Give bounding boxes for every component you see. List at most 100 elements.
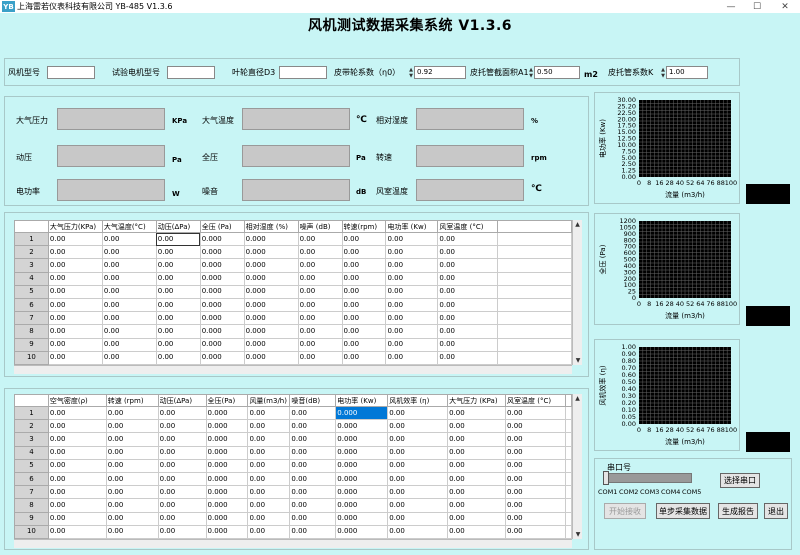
- table-cell[interactable]: 0.000: [205, 524, 249, 539]
- row-header[interactable]: 3: [14, 432, 49, 447]
- table-cell[interactable]: 0.00: [105, 445, 159, 460]
- row-header[interactable]: 2: [14, 419, 49, 434]
- row-header[interactable]: 1: [14, 405, 49, 421]
- table-row[interactable]: 1 0.00 0.00 0.00 0.000 0.00 0.00 0.000 0.00 0.00 0…: [14, 405, 572, 421]
- table-cell[interactable]: 0.00: [387, 524, 449, 539]
- table-row[interactable]: 9 0.00 0.00 0.00 0.000 0.000 0.00 0.00 0.00 0.00: [14, 337, 572, 352]
- table-cell[interactable]: 0.00: [47, 258, 103, 273]
- row-header[interactable]: 5: [14, 458, 49, 473]
- table-cell[interactable]: 0.00: [47, 432, 107, 447]
- table-cell[interactable]: 0.00: [101, 258, 157, 273]
- belt-coefficient-stepper[interactable]: ▲ ▼ 0.92: [408, 66, 466, 79]
- row-header[interactable]: 4: [14, 445, 49, 460]
- row-header[interactable]: 8: [14, 324, 49, 339]
- table-cell[interactable]: 0.00: [437, 258, 499, 273]
- row-header[interactable]: 5: [14, 284, 49, 299]
- table-cell[interactable]: 0.00: [297, 297, 343, 313]
- table-cell[interactable]: 0.00: [505, 458, 566, 473]
- table-row[interactable]: 7 0.00 0.00 0.00 0.000 0.00 0.00 0.000 0.00 0.00 0…: [14, 485, 572, 500]
- table-cell[interactable]: 0.000: [243, 337, 299, 352]
- table-cell[interactable]: 0.00: [157, 458, 207, 473]
- table-cell[interactable]: 0.00: [157, 498, 207, 513]
- table-cell[interactable]: 0.000: [243, 231, 299, 247]
- table-cell[interactable]: 0.00: [505, 471, 566, 487]
- table-cell[interactable]: 0.00: [105, 432, 159, 447]
- table-cell[interactable]: 0.00: [341, 245, 387, 260]
- result-table[interactable]: 空气密度(ρ) 转速 (rpm) 动压(ΔPa) 全压(Pa) 风量(m3/h) 噪音(d…: [14, 394, 572, 539]
- table-cell[interactable]: 0.00: [155, 245, 201, 260]
- table-cell[interactable]: 0.00: [47, 337, 103, 352]
- scroll-up-icon[interactable]: ▲: [573, 220, 582, 229]
- table-cell[interactable]: 0.00: [47, 445, 107, 460]
- row-header[interactable]: 8: [14, 498, 49, 513]
- table-cell[interactable]: 0.00: [387, 405, 449, 421]
- table-cell[interactable]: 0.000: [205, 405, 249, 421]
- table-cell[interactable]: 0.000: [205, 445, 249, 460]
- result-table-hscroll[interactable]: [14, 539, 572, 548]
- table-cell[interactable]: 0.00: [247, 432, 291, 447]
- pitot-coefficient-input[interactable]: 1.00: [666, 66, 708, 79]
- table-cell[interactable]: 0.00: [387, 445, 449, 460]
- table-cell[interactable]: 0.00: [289, 458, 337, 473]
- table-cell[interactable]: 0.00: [155, 258, 201, 273]
- table-cell[interactable]: 0.00: [297, 350, 343, 365]
- table-row[interactable]: 5 0.00 0.00 0.00 0.000 0.00 0.00 0.000 0.00 0.00 0…: [14, 458, 572, 473]
- table-cell[interactable]: 0.00: [447, 405, 507, 421]
- table-cell[interactable]: 0.00: [437, 231, 499, 247]
- table-row[interactable]: 6 0.00 0.00 0.00 0.000 0.000 0.00 0.00 0.00 0.00: [14, 297, 572, 313]
- table-cell[interactable]: 0.00: [385, 297, 439, 313]
- belt-coefficient-input[interactable]: 0.92: [414, 66, 466, 79]
- table-cell[interactable]: 0.00: [289, 498, 337, 513]
- row-header[interactable]: 10: [14, 350, 49, 365]
- table-row[interactable]: 3 0.00 0.00 0.00 0.000 0.000 0.00 0.00 0.00 0.00: [14, 258, 572, 273]
- column-header[interactable]: 噪音(dB): [289, 394, 337, 407]
- row-header[interactable]: 1: [14, 231, 49, 247]
- table-cell[interactable]: 0.000: [243, 297, 299, 313]
- table-cell[interactable]: 0.00: [341, 311, 387, 326]
- table-cell[interactable]: 0.00: [437, 337, 499, 352]
- table-row[interactable]: 10 0.00 0.00 0.00 0.000 0.00 0.00 0.000 0.00 0.00…: [14, 524, 572, 539]
- table-cell[interactable]: 0.00: [247, 524, 291, 539]
- table-cell[interactable]: 0.00: [101, 324, 157, 339]
- table-cell[interactable]: 0.00: [297, 271, 343, 286]
- table-cell[interactable]: 0.00: [289, 445, 337, 460]
- row-header[interactable]: 2: [14, 245, 49, 260]
- table-cell[interactable]: 0.00: [341, 258, 387, 273]
- table-cell[interactable]: 0.00: [155, 231, 201, 247]
- table-cell[interactable]: 0.000: [243, 311, 299, 326]
- table-cell[interactable]: 0.00: [247, 419, 291, 434]
- table-cell[interactable]: 0.00: [297, 337, 343, 352]
- column-header[interactable]: 转速(rpm): [341, 220, 387, 233]
- column-header[interactable]: 噪声 (dB): [297, 220, 343, 233]
- motor-model-input[interactable]: [167, 66, 215, 79]
- column-header[interactable]: 风室温度 (°C): [505, 394, 566, 407]
- table-cell[interactable]: 0.00: [157, 445, 207, 460]
- table-cell[interactable]: 0.000: [243, 271, 299, 286]
- table-cell[interactable]: 0.00: [47, 324, 103, 339]
- table-cell[interactable]: 0.00: [155, 324, 201, 339]
- table-cell[interactable]: 0.000: [199, 324, 245, 339]
- row-header[interactable]: 4: [14, 271, 49, 286]
- serial-port-slider-handle[interactable]: [603, 471, 609, 485]
- table-cell[interactable]: 0.00: [289, 511, 337, 526]
- row-header[interactable]: 6: [14, 471, 49, 487]
- table-cell[interactable]: 0.00: [105, 485, 159, 500]
- table-row[interactable]: 10 0.00 0.00 0.00 0.000 0.000 0.00 0.00 0.00 0.00: [14, 350, 572, 365]
- row-header[interactable]: 3: [14, 258, 49, 273]
- table-cell[interactable]: 0.000: [205, 419, 249, 434]
- table-cell[interactable]: 0.00: [385, 245, 439, 260]
- table-cell[interactable]: 0.00: [157, 405, 207, 421]
- table-cell[interactable]: 0.00: [505, 445, 566, 460]
- table-cell[interactable]: 0.00: [437, 297, 499, 313]
- table-cell[interactable]: 0.00: [437, 324, 499, 339]
- column-header[interactable]: 转速 (rpm): [105, 394, 159, 407]
- table-cell[interactable]: 0.00: [47, 498, 107, 513]
- column-header[interactable]: 动压(ΔPa): [155, 220, 201, 233]
- table-cell[interactable]: 0.00: [155, 350, 201, 365]
- table-cell[interactable]: 0.00: [505, 511, 566, 526]
- table-cell[interactable]: 0.00: [157, 511, 207, 526]
- table-cell[interactable]: 0.00: [47, 471, 107, 487]
- row-header[interactable]: 9: [14, 511, 49, 526]
- table-cell[interactable]: 0.000: [205, 511, 249, 526]
- table-cell[interactable]: 0.000: [199, 350, 245, 365]
